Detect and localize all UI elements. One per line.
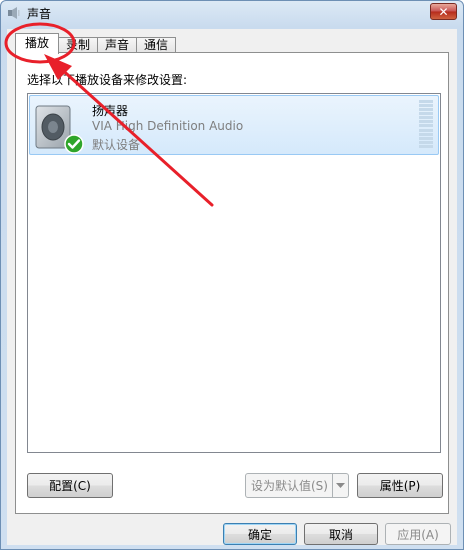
cancel-button[interactable]: 取消 — [304, 523, 378, 545]
configure-button[interactable]: 配置(C) — [27, 473, 113, 498]
dialog-client: 播放 录制 声音 通信 选择以下播放设备来修改设置: 扬声器 VIA High … — [7, 29, 457, 545]
tab-recording[interactable]: 录制 — [58, 37, 99, 53]
device-list[interactable]: 扬声器 VIA High Definition Audio 默认设备 — [27, 93, 441, 453]
ok-button[interactable]: 确定 — [223, 523, 297, 545]
close-button[interactable]: ✕ — [430, 3, 457, 20]
tab-strip: 播放 录制 声音 通信 — [15, 33, 177, 54]
instruction-label: 选择以下播放设备来修改设置: — [27, 73, 188, 87]
close-icon: ✕ — [438, 4, 449, 19]
properties-button[interactable]: 属性(P) — [357, 473, 443, 498]
speaker-icon — [8, 7, 20, 19]
volume-level-meter — [419, 100, 433, 148]
chevron-down-icon[interactable] — [332, 474, 348, 497]
device-name: 扬声器 — [92, 104, 129, 118]
playback-panel: 选择以下播放设备来修改设置: 扬声器 VIA High Definition A… — [15, 52, 449, 514]
tab-sounds[interactable]: 声音 — [97, 37, 138, 53]
sound-dialog: 声音 ✕ 播放 录制 声音 通信 选择以下播放设备来修改设置: 扬声器 VIA … — [0, 0, 464, 550]
apply-button[interactable]: 应用(A) — [385, 523, 451, 545]
set-default-button[interactable]: 设为默认值(S) — [245, 473, 349, 498]
device-item-speaker[interactable]: 扬声器 VIA High Definition Audio 默认设备 — [29, 95, 439, 155]
window-title: 声音 — [27, 7, 52, 21]
set-default-label: 设为默认值(S) — [251, 479, 328, 493]
device-driver: VIA High Definition Audio — [92, 119, 244, 133]
check-icon — [64, 134, 84, 154]
tab-playback[interactable]: 播放 — [15, 33, 60, 54]
title-bar[interactable]: 声音 ✕ — [1, 1, 463, 26]
tab-communications[interactable]: 通信 — [136, 37, 177, 53]
device-status: 默认设备 — [92, 138, 141, 152]
